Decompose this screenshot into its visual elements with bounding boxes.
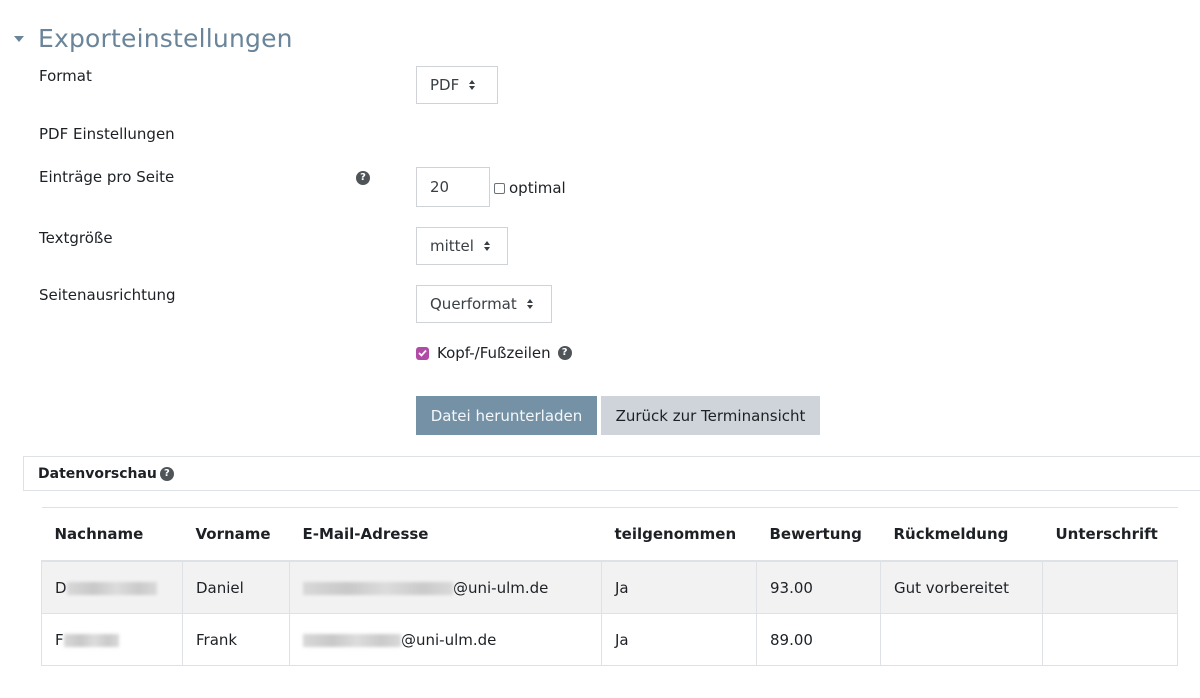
cell-nachname: F [41, 613, 183, 666]
column-header-teilgenommen: teilgenommen [601, 507, 757, 562]
cell-teilgenommen: Ja [601, 560, 757, 614]
format-select-value: PDF [430, 76, 460, 94]
select-arrows-icon [483, 241, 490, 251]
optimal-label: optimal [509, 179, 566, 197]
format-label: Format [39, 67, 92, 85]
orientation-label: Seitenausrichtung [39, 286, 176, 304]
entries-per-page-input[interactable]: 20 [416, 167, 490, 207]
table-row: F Frank @uni-ulm.de Ja 89.00 [41, 613, 1178, 666]
lastname-initial: D [55, 578, 67, 597]
data-preview-title: Datenvorschau [38, 465, 157, 482]
data-preview-table: Nachname Vorname E-Mail-Adresse teilgeno… [41, 507, 1178, 666]
pdf-settings-label: PDF Einstellungen [39, 125, 175, 143]
text-size-select[interactable]: mittel [416, 227, 508, 265]
redacted-text [66, 581, 157, 595]
cell-unterschrift [1042, 613, 1178, 666]
help-icon[interactable]: ? [159, 466, 174, 481]
optimal-option[interactable]: optimal [494, 179, 566, 197]
download-file-button[interactable]: Datei herunterladen [416, 396, 597, 435]
cell-unterschrift [1042, 560, 1178, 614]
redacted-text [63, 633, 119, 647]
orientation-select-value: Querformat [430, 295, 517, 313]
cell-bewertung: 89.00 [756, 613, 881, 666]
select-arrows-icon [469, 80, 476, 90]
optimal-checkbox[interactable] [494, 182, 505, 194]
format-select[interactable]: PDF [416, 66, 498, 104]
help-icon[interactable]: ? [557, 346, 572, 360]
entries-per-page-value: 20 [430, 178, 450, 196]
orientation-select[interactable]: Querformat [416, 285, 552, 323]
cell-email: @uni-ulm.de [289, 560, 602, 614]
email-domain: @uni-ulm.de [401, 630, 497, 649]
redacted-text [303, 581, 453, 595]
cell-email: @uni-ulm.de [289, 613, 602, 666]
help-icon[interactable]: ? [356, 171, 370, 185]
column-header-unterschrift: Unterschrift [1042, 507, 1178, 562]
text-size-label: Textgröße [39, 229, 113, 247]
column-header-rueckmeldung: Rückmeldung [880, 507, 1043, 562]
header-footer-option[interactable]: Kopf-/Fußzeilen ? [416, 344, 572, 362]
cell-rueckmeldung [880, 613, 1043, 666]
column-header-bewertung: Bewertung [756, 507, 881, 562]
column-header-nachname: Nachname [41, 507, 183, 562]
cell-teilgenommen: Ja [601, 613, 757, 666]
column-header-vorname: Vorname [182, 507, 290, 562]
check-icon [418, 349, 427, 357]
back-to-appointment-view-button[interactable]: Zurück zur Terminansicht [601, 396, 820, 435]
section-title: Exporteinstellungen [38, 23, 293, 53]
cell-rueckmeldung: Gut vorbereitet [880, 560, 1043, 614]
table-header-row: Nachname Vorname E-Mail-Adresse teilgeno… [41, 507, 1178, 562]
entries-per-page-label: Einträge pro Seite [39, 168, 175, 186]
column-header-email: E-Mail-Adresse [289, 507, 602, 562]
caret-down-icon [14, 36, 24, 42]
header-footer-checkbox[interactable] [416, 346, 429, 360]
redacted-text [303, 633, 401, 647]
cell-vorname: Frank [182, 613, 290, 666]
section-toggle[interactable]: Exporteinstellungen [14, 18, 293, 58]
cell-vorname: Daniel [182, 560, 290, 614]
text-size-select-value: mittel [430, 237, 474, 255]
header-footer-label: Kopf-/Fußzeilen [437, 344, 551, 362]
data-preview-header: Datenvorschau ? [23, 456, 1200, 491]
lastname-initial: F [55, 630, 64, 649]
cell-bewertung: 93.00 [756, 560, 881, 614]
cell-nachname: D [41, 560, 183, 614]
email-domain: @uni-ulm.de [453, 578, 549, 597]
select-arrows-icon [526, 299, 533, 309]
table-row: D Daniel @uni-ulm.de Ja 93.00 Gut vorber… [41, 560, 1178, 614]
